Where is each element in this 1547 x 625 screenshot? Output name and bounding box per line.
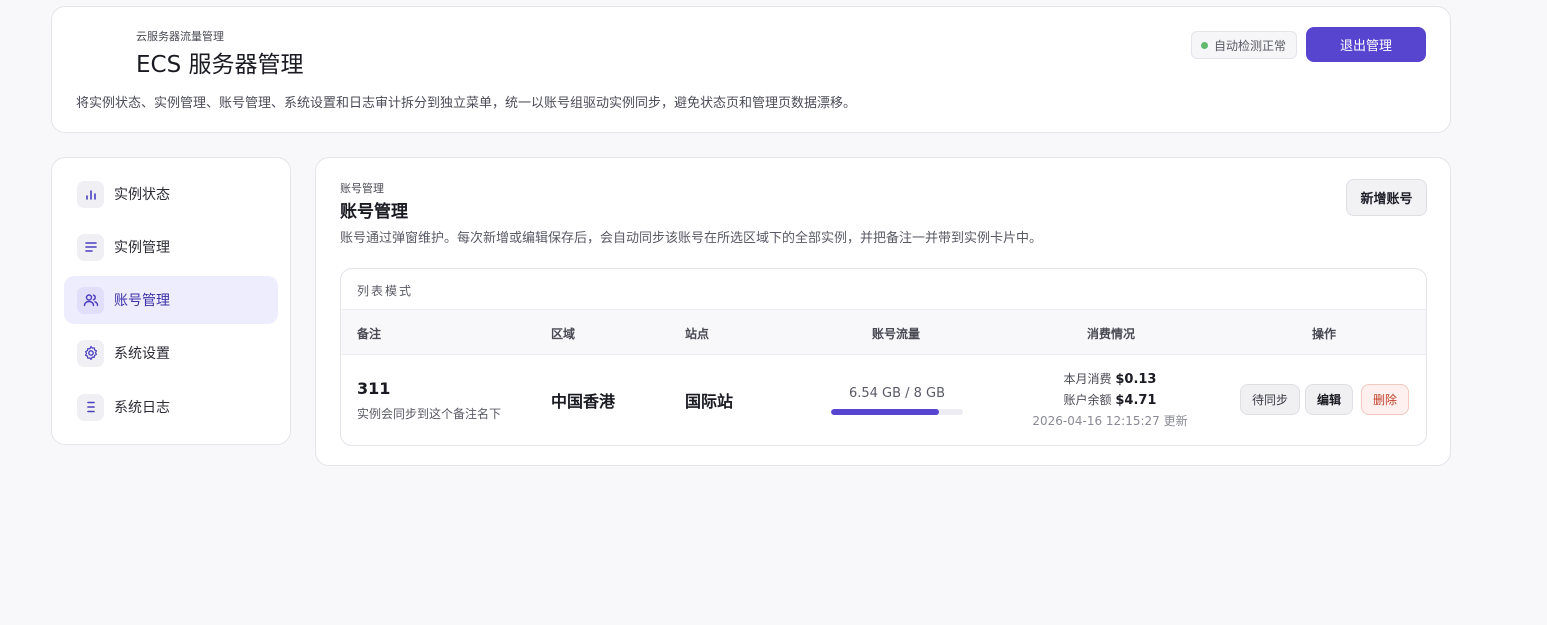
column-header-region: 区域 [551,327,576,341]
list-icon [77,393,104,421]
sidebar-item-system-log[interactable]: 系统日志 [64,383,278,431]
header-eyebrow: 云服务器流量管理 [136,30,224,43]
sidebar-item-system-settings[interactable]: 系统设置 [64,329,278,377]
monthly-cost-label: 本月消费 [1063,372,1112,386]
add-account-button[interactable]: 新增账号 [1346,179,1427,216]
sidebar-item-label: 实例管理 [114,240,170,256]
sidebar-item-label: 实例状态 [114,187,170,203]
pending-sync-button[interactable]: 待同步 [1240,384,1301,415]
section-eyebrow: 账号管理 [340,182,384,195]
list-mode-label: 列表模式 [357,284,414,298]
column-header-cost: 消费情况 [1087,327,1136,341]
balance-label: 账户余额 [1063,393,1112,407]
monthly-cost-value: $0.13 [1115,372,1157,387]
account-region: 中国香港 [551,392,616,411]
status-dot-icon [1201,41,1208,49]
accounts-table: 列表模式 备注 区域 站点 账号流量 消费情况 操作 311 实例会同步到这个备… [340,268,1427,446]
sidebar-item-label: 系统设置 [114,346,170,362]
section-title: 账号管理 [340,202,408,222]
traffic-progress-fill [831,409,939,415]
gear-icon [77,339,104,367]
sidebar-item-instance-status[interactable]: 实例状态 [64,170,278,218]
status-text: 自动检测正常 [1214,38,1287,53]
account-note-hint: 实例会同步到这个备注名下 [357,407,502,421]
account-note: 311 [357,379,391,398]
lines-icon [77,233,104,261]
sidebar-item-label: 账号管理 [114,293,170,309]
sidebar-item-label: 系统日志 [114,400,170,416]
column-header-site: 站点 [685,327,710,341]
monthly-cost: 本月消费 $0.13 [1017,369,1203,390]
header-card: 云服务器流量管理 ECS 服务器管理 将实例状态、实例管理、账号管理、系统设置和… [51,6,1451,133]
account-balance: 账户余额 $4.71 [1017,390,1203,411]
edit-button[interactable]: 编辑 [1305,384,1354,415]
section-description: 账号通过弹窗维护。每次新增或编辑保存后，会自动同步该账号在所选区域下的全部实例，… [340,231,1043,246]
sidebar-item-instance-manage[interactable]: 实例管理 [64,223,278,271]
column-header-traffic: 账号流量 [872,327,921,341]
traffic-usage-text: 6.54 GB / 8 GB [848,386,946,401]
account-site: 国际站 [685,392,734,411]
updated-timestamp: 2026-04-16 12:15:27 更新 [1032,414,1188,428]
users-icon [77,286,104,314]
bar-chart-icon [77,180,104,208]
column-header-note: 备注 [357,327,382,341]
sidebar: 实例状态 实例管理 账号管理 系统设置 系统日志 [51,157,291,445]
cost-info: 本月消费 $0.13 账户余额 $4.71 2026-04-16 12:15:2… [1017,369,1203,432]
account-panel: 账号管理 账号管理 账号通过弹窗维护。每次新增或编辑保存后，会自动同步该账号在所… [315,157,1451,466]
delete-button[interactable]: 删除 [1361,384,1410,415]
page-title: ECS 服务器管理 [136,52,304,78]
status-badge: 自动检测正常 [1191,31,1298,59]
sidebar-item-account-manage[interactable]: 账号管理 [64,276,278,324]
balance-value: $4.71 [1115,393,1157,408]
column-header-actions: 操作 [1312,327,1337,341]
header-subtitle: 将实例状态、实例管理、账号管理、系统设置和日志审计拆分到独立菜单，统一以账号组驱… [76,96,857,111]
table-header: 备注 区域 站点 账号流量 消费情况 操作 [341,309,1426,355]
exit-admin-button[interactable]: 退出管理 [1306,27,1426,62]
traffic-progress-bar [831,409,963,415]
